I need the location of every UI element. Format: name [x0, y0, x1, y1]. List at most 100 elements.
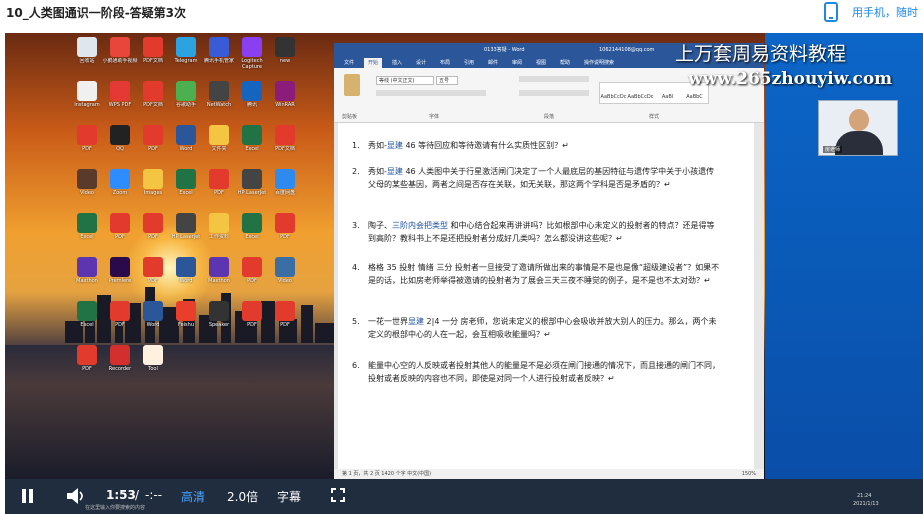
desktop-icon[interactable]: new — [265, 36, 305, 74]
style-swatch[interactable]: AaBl — [654, 90, 681, 104]
pause-icon[interactable] — [22, 489, 34, 503]
font-name-box[interactable]: 等线 (中文正文) — [376, 76, 434, 85]
app-icon — [209, 81, 229, 101]
question-text: 秀如-显建 46 人类图中关于行星激活闸门决定了一个人最底层的基因特征与遗传学中… — [368, 165, 722, 191]
ribbon-tab[interactable]: 设计 — [412, 58, 430, 68]
font-format-row[interactable] — [376, 90, 486, 96]
question-item[interactable]: 6. 能量中心空的人反映或者投射其他人的能量是不是必须在闸门接通的情况下，而且接通… — [352, 359, 722, 385]
app-icon — [209, 213, 229, 233]
app-icon — [77, 37, 97, 57]
ribbon-tab[interactable]: 审阅 — [508, 58, 526, 68]
app-icon — [77, 257, 97, 277]
app-icon — [275, 81, 295, 101]
ribbon-tab[interactable]: 文件 — [340, 58, 358, 68]
status-text: 第 1 页，共 2 页 1420 个字 中文(中国) — [342, 471, 432, 477]
app-icon — [110, 37, 130, 57]
word-user-email: 1062144108@qq.com — [599, 47, 655, 53]
app-icon — [77, 345, 97, 365]
paragraph-row-1[interactable] — [519, 76, 589, 82]
subtitles-button[interactable]: 字幕 — [277, 488, 301, 505]
desktop-icon-label: Tool — [148, 366, 158, 372]
question-text: 格格 35 投射 情绪 三分 投射者一旦接受了邀请所做出来的事情是不是也是像“超… — [368, 261, 722, 287]
video-player[interactable]: 回收站 小鹅通助手视频 PDF文档 Telegram 腾讯手机管家 Logitech Ca… — [5, 33, 923, 514]
mobile-view-link[interactable]: 用手机，随时 — [852, 4, 918, 20]
app-icon — [143, 301, 163, 321]
ribbon-tab[interactable]: 插入 — [388, 58, 406, 68]
app-icon — [242, 169, 262, 189]
desktop-icon[interactable]: Tool — [133, 344, 173, 382]
ribbon-tab[interactable]: 操作说明搜索 — [580, 58, 618, 68]
mobile-phone-icon[interactable] — [824, 2, 838, 22]
question-number: 1. — [352, 141, 360, 150]
app-icon — [143, 125, 163, 145]
app-icon — [275, 257, 295, 277]
style-swatch[interactable]: AaBbCcDc — [627, 90, 654, 104]
ribbon-tab[interactable]: 布局 — [436, 58, 454, 68]
app-icon — [176, 257, 196, 277]
fullscreen-icon[interactable] — [331, 488, 345, 502]
style-swatch[interactable]: AaBbCcDc — [600, 90, 627, 104]
font-size-box[interactable]: 五号 — [436, 76, 458, 85]
zoom-level[interactable]: 150% — [742, 469, 756, 479]
desktop-icon-label: WinRAR — [275, 102, 295, 108]
question-number: 4. — [352, 263, 360, 272]
ribbon-tab[interactable]: 邮件 — [484, 58, 502, 68]
desktop-icons: 回收站 小鹅通助手视频 PDF文档 Telegram 腾讯手机管家 Logitech Ca… — [67, 36, 307, 476]
app-icon — [209, 257, 229, 277]
document-area: 1. 秀如-显建 46 等待回应和等待邀请有什么实质性区别？↵ 2. 秀如-显建 46… — [334, 123, 764, 469]
question-item[interactable]: 1. 秀如-显建 46 等待回应和等待邀请有什么实质性区别？↵ — [352, 139, 722, 152]
question-item[interactable]: 5. 一花一世界显建 2|4 一分 房老师，您说未定义的根部中心会吸收并放大别人的… — [352, 315, 722, 341]
question-body: 格格 35 投射 情绪 三分 投射者一旦接受了邀请所做出来的事情是不是也是像“超… — [368, 263, 720, 285]
question-body: 46 等待回应和等待邀请有什么实质性区别？↵ — [405, 141, 569, 150]
app-icon — [242, 301, 262, 321]
asker-tag: 三阶内会把类型 — [392, 221, 451, 230]
ribbon-tab[interactable]: 引用 — [460, 58, 478, 68]
question-item[interactable]: 2. 秀如-显建 46 人类图中关于行星激活闸门决定了一个人最底层的基因特征与遗传… — [352, 165, 722, 191]
app-icon — [242, 257, 262, 277]
asker-name: 一花一世界 — [368, 317, 408, 326]
asker-name: 秀如- — [368, 141, 387, 150]
paragraph-row-2[interactable] — [519, 90, 589, 96]
app-icon — [275, 37, 295, 57]
app-icon — [110, 301, 130, 321]
question-item[interactable]: 3. 陶子、三阶内会把类型 和中心结合起来再讲讲吗？比如根部中心未定义的投射者的特… — [352, 219, 722, 245]
desktop-icon[interactable]: 百度网盘 — [265, 168, 305, 206]
asker-tag: 显建 — [408, 317, 427, 326]
desktop-icon[interactable]: PDF — [265, 212, 305, 250]
desktop-icon[interactable]: WinRAR — [265, 80, 305, 118]
ribbon-tab[interactable]: 帮助 — [556, 58, 574, 68]
video-title: 10_人类图通识一阶段-答疑第3次 — [6, 6, 187, 20]
app-icon — [209, 169, 229, 189]
ribbon-tab[interactable]: 视图 — [532, 58, 550, 68]
desktop-icon[interactable]: PDF — [265, 300, 305, 338]
question-number: 6. — [352, 361, 360, 370]
question-text: 陶子、三阶内会把类型 和中心结合起来再讲讲吗？比如根部中心未定义的投射者的特点？… — [368, 219, 722, 245]
app-icon — [275, 213, 295, 233]
app-icon — [110, 213, 130, 233]
style-swatch[interactable]: AaBbC — [681, 90, 708, 104]
question-body: 能量中心空的人反映或者投射其他人的能量是不是必须在闸门接通的情况下，而且接通的闸… — [368, 361, 720, 383]
top-bar: 10_人类图通识一阶段-答疑第3次 用手机，随时 — [0, 0, 923, 28]
desktop-icon[interactable]: Video — [265, 256, 305, 294]
ribbon-tab[interactable]: 开始 — [364, 58, 383, 68]
app-icon — [176, 37, 196, 57]
asker-tag: 显建 — [386, 141, 406, 150]
quality-button[interactable]: 高清 — [181, 488, 205, 505]
presenter-body — [835, 131, 883, 155]
document-page[interactable]: 1. 秀如-显建 46 等待回应和等待邀请有什么实质性区别？↵ 2. 秀如-显建 46… — [338, 123, 754, 469]
volume-icon[interactable] — [67, 488, 87, 504]
app-icon — [110, 257, 130, 277]
app-icon — [77, 81, 97, 101]
asker-name: 陶子、 — [368, 221, 392, 230]
group-styles: 样式 — [649, 114, 660, 120]
paste-icon[interactable] — [344, 74, 360, 96]
app-icon — [275, 169, 295, 189]
speed-button[interactable]: 2.0倍 — [227, 488, 258, 505]
desktop-icon[interactable]: PDF文档 — [265, 124, 305, 162]
app-icon — [176, 81, 196, 101]
app-icon — [242, 37, 262, 57]
app-icon — [143, 37, 163, 57]
question-item[interactable]: 4. 格格 35 投射 情绪 三分 投射者一旦接受了邀请所做出来的事情是不是也是像… — [352, 261, 722, 287]
app-icon — [77, 213, 97, 233]
app-icon — [176, 125, 196, 145]
